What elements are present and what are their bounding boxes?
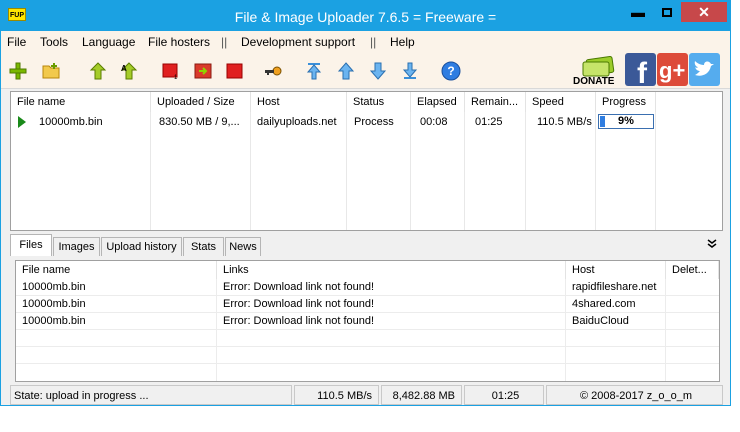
column-header-progress[interactable]: Progress — [596, 92, 656, 112]
tab-images[interactable]: Images — [53, 237, 100, 256]
menu-separator: || — [221, 35, 228, 49]
row-elapsed: 00:08 — [420, 116, 448, 128]
move-up-icon[interactable] — [337, 62, 355, 80]
column-header-file-name[interactable]: File name — [11, 92, 151, 112]
maximize-button[interactable] — [653, 2, 681, 22]
link-host: BaiduCloud — [572, 315, 629, 327]
twitter-icon[interactable] — [689, 53, 720, 86]
svg-text:g+: g+ — [659, 58, 685, 83]
donate-label: DONATE — [573, 76, 615, 87]
column-header-remaining[interactable]: Remain... — [465, 92, 526, 112]
link-file-name: 10000mb.bin — [22, 298, 86, 310]
column-header-elapsed[interactable]: Elapsed — [411, 92, 465, 112]
progress-label: 9% — [618, 115, 634, 127]
menu-language[interactable]: Language — [82, 35, 135, 49]
stop-icon[interactable] — [226, 62, 244, 80]
column-header-file-name[interactable]: File name — [16, 261, 217, 279]
status-bar: State: upload in progress ... 110.5 MB/s… — [10, 385, 723, 405]
close-button[interactable]: ✕ — [681, 2, 727, 22]
column-header-delete[interactable]: Delet... — [666, 261, 719, 279]
add-folder-icon[interactable] — [42, 62, 60, 80]
move-bottom-icon[interactable] — [401, 62, 419, 80]
window-title: File & Image Uploader 7.6.5 = Freeware = — [234, 9, 497, 25]
table-row[interactable]: 10000mb.bin Error: Download link not fou… — [16, 279, 719, 296]
stop-one-icon[interactable]: 1 — [162, 62, 180, 80]
upload-all-icon[interactable]: A — [120, 62, 138, 80]
google-plus-icon[interactable]: g+ — [657, 53, 688, 86]
table-row[interactable]: 10000mb.bin Error: Download link not fou… — [16, 296, 719, 313]
key-icon[interactable] — [264, 62, 282, 80]
link-url: Error: Download link not found! — [223, 281, 375, 293]
link-file-name: 10000mb.bin — [22, 315, 86, 327]
move-top-icon[interactable] — [305, 62, 323, 80]
menu-bar: File Tools Language File hosters || Deve… — [1, 31, 730, 53]
title-bar[interactable]: FUP File & Image Uploader 7.6.5 = Freewa… — [1, 1, 730, 31]
upload-queue-list[interactable]: File name Uploaded / Size Host Status El… — [10, 91, 723, 231]
progress-bar: 9% — [598, 114, 654, 129]
menu-tools[interactable]: Tools — [40, 35, 68, 49]
column-header-host[interactable]: Host — [251, 92, 347, 112]
status-speed: 110.5 MB/s — [294, 385, 379, 405]
link-host: 4shared.com — [572, 298, 636, 310]
move-icon[interactable] — [194, 62, 212, 80]
status-state: State: upload in progress ... — [10, 385, 292, 405]
help-icon[interactable]: ? — [441, 61, 461, 81]
row-remaining: 01:25 — [475, 116, 503, 128]
column-header-host[interactable]: Host — [566, 261, 666, 279]
row-file-name: 10000mb.bin — [39, 116, 103, 128]
link-url: Error: Download link not found! — [223, 315, 375, 327]
row-status: Process — [354, 116, 394, 128]
link-url: Error: Download link not found! — [223, 298, 375, 310]
facebook-icon[interactable]: f — [625, 53, 656, 86]
tab-upload-history[interactable]: Upload history — [101, 237, 182, 256]
minimize-button[interactable]: ▬ — [624, 2, 652, 22]
row-speed: 110.5 MB/s — [537, 116, 592, 128]
upload-arrow-icon[interactable] — [89, 62, 107, 80]
table-row — [16, 330, 719, 347]
column-header-links[interactable]: Links — [217, 261, 566, 279]
status-time: 01:25 — [464, 385, 544, 405]
row-uploaded-size: 830.50 MB / 9,... — [159, 116, 240, 128]
column-header-speed[interactable]: Speed — [526, 92, 596, 112]
tab-stats[interactable]: Stats — [183, 237, 224, 256]
maximize-icon — [662, 8, 672, 17]
toolbar: A 1 ? DONATE f g+ — [1, 53, 730, 89]
table-row — [16, 347, 719, 364]
svg-text:f: f — [637, 57, 648, 86]
link-host: rapidfileshare.net — [572, 281, 657, 293]
menu-file[interactable]: File — [7, 35, 26, 49]
donate-icon — [582, 56, 615, 77]
play-icon — [18, 116, 26, 128]
links-list[interactable]: File name Links Host Delet... 10000mb.bi… — [15, 260, 720, 382]
menu-development-support[interactable]: Development support — [241, 35, 355, 49]
column-header-status[interactable]: Status — [347, 92, 411, 112]
move-down-icon[interactable] — [369, 62, 387, 80]
link-file-name: 10000mb.bin — [22, 281, 86, 293]
menu-help[interactable]: Help — [390, 35, 415, 49]
table-row[interactable]: 10000mb.bin Error: Download link not fou… — [16, 313, 719, 330]
column-header-uploaded-size[interactable]: Uploaded / Size — [151, 92, 251, 112]
svg-text:?: ? — [447, 64, 454, 78]
app-window: FUP File & Image Uploader 7.6.5 = Freewa… — [0, 0, 731, 406]
row-host: dailyuploads.net — [257, 116, 337, 128]
svg-text:A: A — [121, 64, 127, 73]
double-chevron-down-icon[interactable] — [707, 239, 717, 249]
add-files-icon[interactable] — [9, 62, 27, 80]
tab-files[interactable]: Files — [10, 234, 52, 256]
menu-separator: || — [370, 35, 377, 49]
donate-button[interactable]: DONATE — [573, 55, 623, 87]
menu-file-hosters[interactable]: File hosters — [148, 35, 210, 49]
status-total: 8,482.88 MB — [381, 385, 462, 405]
status-copyright: © 2008-2017 z_o_o_m — [546, 385, 723, 405]
tab-news[interactable]: News — [225, 237, 261, 256]
